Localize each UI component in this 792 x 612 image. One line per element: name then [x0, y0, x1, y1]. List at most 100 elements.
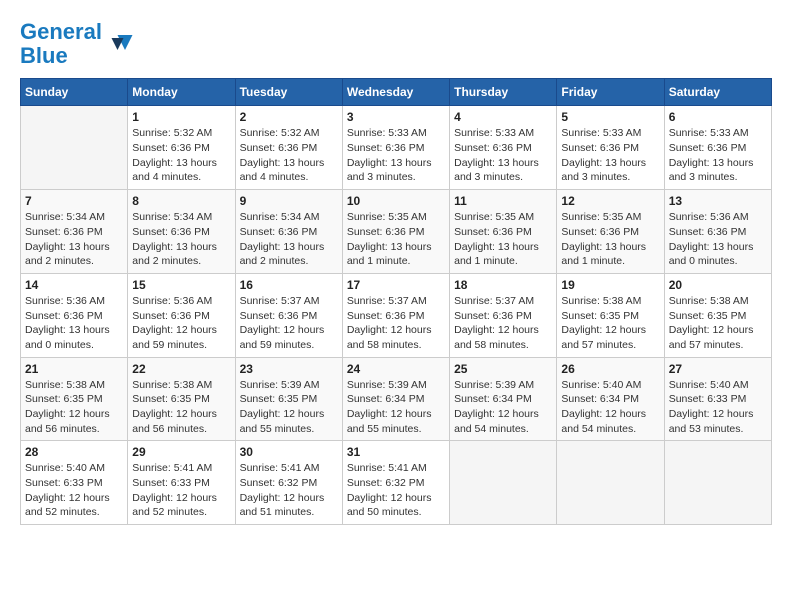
day-info: Sunrise: 5:33 AM Sunset: 6:36 PM Dayligh… — [347, 126, 445, 185]
day-number: 7 — [25, 194, 123, 208]
calendar-cell: 31Sunrise: 5:41 AM Sunset: 6:32 PM Dayli… — [342, 441, 449, 525]
calendar-cell: 29Sunrise: 5:41 AM Sunset: 6:33 PM Dayli… — [128, 441, 235, 525]
day-info: Sunrise: 5:38 AM Sunset: 6:35 PM Dayligh… — [25, 378, 123, 437]
day-info: Sunrise: 5:39 AM Sunset: 6:34 PM Dayligh… — [454, 378, 552, 437]
logo-text: General Blue — [20, 20, 102, 68]
day-number: 25 — [454, 362, 552, 376]
day-info: Sunrise: 5:34 AM Sunset: 6:36 PM Dayligh… — [132, 210, 230, 269]
day-info: Sunrise: 5:33 AM Sunset: 6:36 PM Dayligh… — [561, 126, 659, 185]
day-number: 11 — [454, 194, 552, 208]
day-number: 15 — [132, 278, 230, 292]
week-row-2: 7 Sunrise: 5:34 AM Sunset: 6:36 PM Daylig… — [21, 190, 772, 274]
day-info: Sunrise: 5:33 AM Sunset: 6:36 PM Dayligh… — [454, 126, 552, 185]
logo: General Blue — [20, 20, 134, 68]
day-info: Sunrise: 5:41 AM Sunset: 6:32 PM Dayligh… — [240, 461, 338, 520]
day-number: 10 — [347, 194, 445, 208]
day-number: 3 — [347, 110, 445, 124]
day-header-tuesday: Tuesday — [235, 79, 342, 106]
day-number: 14 — [25, 278, 123, 292]
calendar-cell: 16Sunrise: 5:37 AM Sunset: 6:36 PM Dayli… — [235, 273, 342, 357]
day-number: 2 — [240, 110, 338, 124]
day-number: 20 — [669, 278, 767, 292]
day-number: 13 — [669, 194, 767, 208]
calendar-cell: 5 Sunrise: 5:33 AM Sunset: 6:36 PM Daylig… — [557, 106, 664, 190]
day-info: Sunrise: 5:38 AM Sunset: 6:35 PM Dayligh… — [561, 294, 659, 353]
calendar-cell: 6Sunrise: 5:33 AM Sunset: 6:36 PM Daylig… — [664, 106, 771, 190]
calendar-cell: 22Sunrise: 5:38 AM Sunset: 6:35 PM Dayli… — [128, 357, 235, 441]
calendar-cell: 9 Sunrise: 5:34 AM Sunset: 6:36 PM Daylig… — [235, 190, 342, 274]
day-number: 30 — [240, 445, 338, 459]
calendar-cell: 2 Sunrise: 5:32 AM Sunset: 6:36 PM Daylig… — [235, 106, 342, 190]
day-header-wednesday: Wednesday — [342, 79, 449, 106]
week-row-4: 21 Sunrise: 5:38 AM Sunset: 6:35 PM Dayli… — [21, 357, 772, 441]
day-number: 26 — [561, 362, 659, 376]
calendar-cell: 4Sunrise: 5:33 AM Sunset: 6:36 PM Daylig… — [450, 106, 557, 190]
calendar-cell: 11 Sunrise: 5:35 AM Sunset: 6:36 PM Dayli… — [450, 190, 557, 274]
day-info: Sunrise: 5:36 AM Sunset: 6:36 PM Dayligh… — [132, 294, 230, 353]
calendar-cell: 23 Sunrise: 5:39 AM Sunset: 6:35 PM Dayli… — [235, 357, 342, 441]
day-number: 9 — [240, 194, 338, 208]
calendar-table: SundayMondayTuesdayWednesdayThursdayFrid… — [20, 78, 772, 525]
calendar-header-row: SundayMondayTuesdayWednesdayThursdayFrid… — [21, 79, 772, 106]
calendar-cell — [450, 441, 557, 525]
day-number: 19 — [561, 278, 659, 292]
day-info: Sunrise: 5:36 AM Sunset: 6:36 PM Dayligh… — [669, 210, 767, 269]
day-info: Sunrise: 5:32 AM Sunset: 6:36 PM Dayligh… — [132, 126, 230, 185]
day-number: 31 — [347, 445, 445, 459]
day-info: Sunrise: 5:39 AM Sunset: 6:34 PM Dayligh… — [347, 378, 445, 437]
calendar-cell: 13 Sunrise: 5:36 AM Sunset: 6:36 PM Dayli… — [664, 190, 771, 274]
day-number: 1 — [132, 110, 230, 124]
day-header-thursday: Thursday — [450, 79, 557, 106]
day-header-friday: Friday — [557, 79, 664, 106]
calendar-cell: 27Sunrise: 5:40 AM Sunset: 6:33 PM Dayli… — [664, 357, 771, 441]
calendar-cell: 21 Sunrise: 5:38 AM Sunset: 6:35 PM Dayli… — [21, 357, 128, 441]
day-info: Sunrise: 5:34 AM Sunset: 6:36 PM Dayligh… — [240, 210, 338, 269]
page-header: General Blue — [20, 20, 772, 68]
calendar-cell — [557, 441, 664, 525]
calendar-cell: 7Sunrise: 5:34 AM Sunset: 6:36 PM Daylig… — [21, 190, 128, 274]
calendar-cell: 20 Sunrise: 5:38 AM Sunset: 6:35 PM Dayli… — [664, 273, 771, 357]
calendar-cell: 28 Sunrise: 5:40 AM Sunset: 6:33 PM Dayli… — [21, 441, 128, 525]
calendar-cell: 17Sunrise: 5:37 AM Sunset: 6:36 PM Dayli… — [342, 273, 449, 357]
calendar-cell: 1 Sunrise: 5:32 AM Sunset: 6:36 PM Daylig… — [128, 106, 235, 190]
week-row-5: 28 Sunrise: 5:40 AM Sunset: 6:33 PM Dayli… — [21, 441, 772, 525]
day-number: 21 — [25, 362, 123, 376]
day-info: Sunrise: 5:37 AM Sunset: 6:36 PM Dayligh… — [347, 294, 445, 353]
calendar-cell: 19 Sunrise: 5:38 AM Sunset: 6:35 PM Dayli… — [557, 273, 664, 357]
day-number: 23 — [240, 362, 338, 376]
day-number: 5 — [561, 110, 659, 124]
day-info: Sunrise: 5:33 AM Sunset: 6:36 PM Dayligh… — [669, 126, 767, 185]
calendar-cell: 12 Sunrise: 5:35 AM Sunset: 6:36 PM Dayli… — [557, 190, 664, 274]
day-number: 22 — [132, 362, 230, 376]
day-info: Sunrise: 5:36 AM Sunset: 6:36 PM Dayligh… — [25, 294, 123, 353]
day-header-monday: Monday — [128, 79, 235, 106]
day-info: Sunrise: 5:38 AM Sunset: 6:35 PM Dayligh… — [669, 294, 767, 353]
day-number: 24 — [347, 362, 445, 376]
day-info: Sunrise: 5:39 AM Sunset: 6:35 PM Dayligh… — [240, 378, 338, 437]
calendar-cell: 30 Sunrise: 5:41 AM Sunset: 6:32 PM Dayli… — [235, 441, 342, 525]
week-row-3: 14 Sunrise: 5:36 AM Sunset: 6:36 PM Dayli… — [21, 273, 772, 357]
calendar-cell: 8 Sunrise: 5:34 AM Sunset: 6:36 PM Daylig… — [128, 190, 235, 274]
day-info: Sunrise: 5:35 AM Sunset: 6:36 PM Dayligh… — [347, 210, 445, 269]
logo-icon — [104, 29, 134, 59]
day-number: 12 — [561, 194, 659, 208]
day-number: 28 — [25, 445, 123, 459]
calendar-cell: 18Sunrise: 5:37 AM Sunset: 6:36 PM Dayli… — [450, 273, 557, 357]
day-info: Sunrise: 5:40 AM Sunset: 6:34 PM Dayligh… — [561, 378, 659, 437]
calendar-cell: 3 Sunrise: 5:33 AM Sunset: 6:36 PM Daylig… — [342, 106, 449, 190]
day-info: Sunrise: 5:37 AM Sunset: 6:36 PM Dayligh… — [454, 294, 552, 353]
day-info: Sunrise: 5:35 AM Sunset: 6:36 PM Dayligh… — [454, 210, 552, 269]
week-row-1: 1 Sunrise: 5:32 AM Sunset: 6:36 PM Daylig… — [21, 106, 772, 190]
calendar-cell: 26 Sunrise: 5:40 AM Sunset: 6:34 PM Dayli… — [557, 357, 664, 441]
calendar-cell: 14 Sunrise: 5:36 AM Sunset: 6:36 PM Dayli… — [21, 273, 128, 357]
day-number: 27 — [669, 362, 767, 376]
day-header-saturday: Saturday — [664, 79, 771, 106]
day-number: 29 — [132, 445, 230, 459]
day-info: Sunrise: 5:40 AM Sunset: 6:33 PM Dayligh… — [25, 461, 123, 520]
calendar-cell: 15 Sunrise: 5:36 AM Sunset: 6:36 PM Dayli… — [128, 273, 235, 357]
day-info: Sunrise: 5:35 AM Sunset: 6:36 PM Dayligh… — [561, 210, 659, 269]
calendar-cell — [21, 106, 128, 190]
day-number: 8 — [132, 194, 230, 208]
day-info: Sunrise: 5:32 AM Sunset: 6:36 PM Dayligh… — [240, 126, 338, 185]
day-info: Sunrise: 5:37 AM Sunset: 6:36 PM Dayligh… — [240, 294, 338, 353]
